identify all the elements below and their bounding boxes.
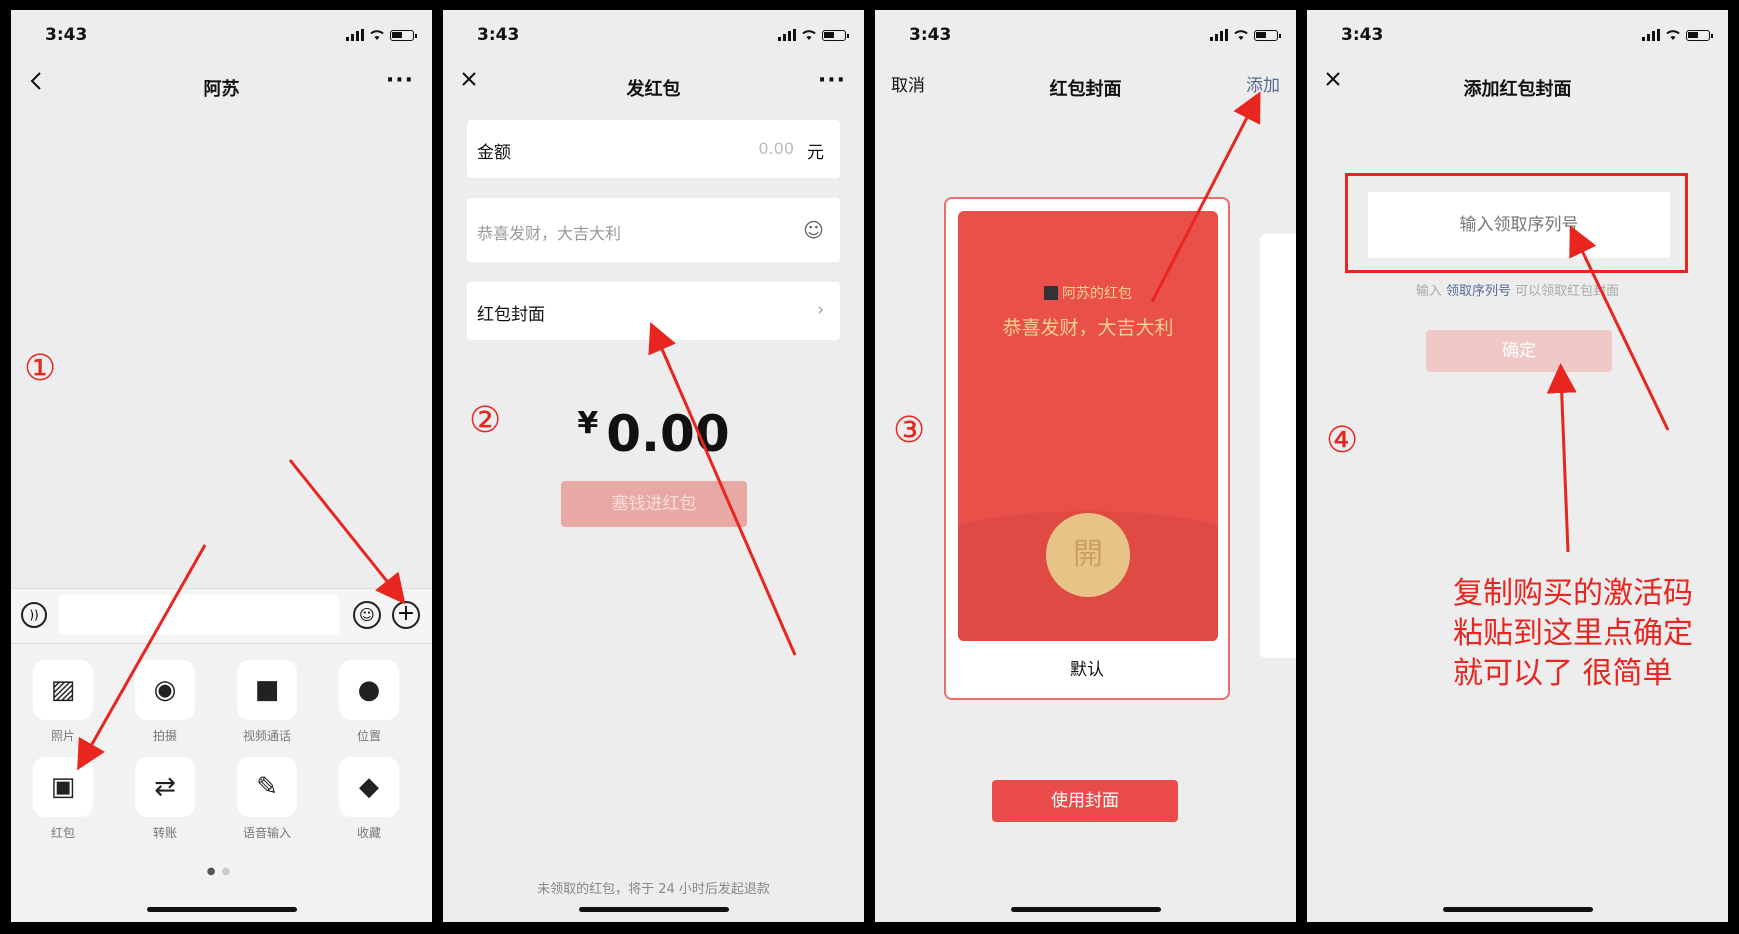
arrow-to-cover-row [648, 321, 797, 656]
annotation-arrows [77, 91, 1670, 771]
arrow-to-red-packet [77, 544, 207, 771]
arrow-to-plus [288, 459, 406, 605]
arrow-to-add [1150, 91, 1261, 303]
arrow-to-code-input [1569, 225, 1670, 431]
arrow-to-confirm [1546, 363, 1577, 553]
